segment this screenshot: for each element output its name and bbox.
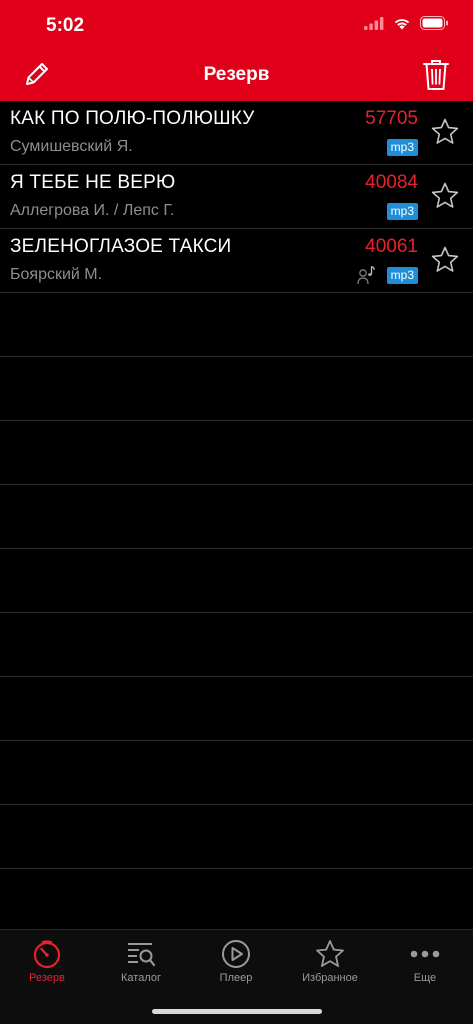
wifi-icon — [394, 18, 410, 29]
play-icon — [222, 940, 250, 968]
status-bar: 5:02 — [0, 0, 473, 52]
empty-row — [0, 805, 473, 869]
format-badge: mp3 — [386, 139, 418, 156]
status-time: 5:02 — [46, 15, 85, 36]
list-item[interactable]: КАК ПО ПОЛЮ-ПОЛЮШКУ Сумишевский Я. 57705… — [0, 101, 473, 165]
home-indicator — [152, 1009, 322, 1014]
empty-row — [0, 357, 473, 421]
tab-label: Каталог — [121, 972, 161, 984]
tab-label: Плеер — [219, 972, 253, 984]
timer-icon — [33, 940, 61, 969]
empty-row — [0, 869, 473, 929]
trash-icon[interactable] — [423, 59, 449, 91]
song-number: 40084 — [365, 172, 418, 193]
tab-reserve[interactable]: Резерв — [0, 930, 94, 990]
tab-label: Избранное — [302, 972, 358, 984]
tab-player[interactable]: Плеер — [189, 930, 283, 990]
vocal-note-icon — [357, 265, 375, 285]
empty-row — [0, 549, 473, 613]
empty-row — [0, 293, 473, 357]
page-title: Резерв — [203, 64, 270, 85]
more-icon — [410, 950, 440, 958]
star-icon[interactable] — [430, 245, 460, 275]
song-artist: Боярский М. — [10, 266, 103, 283]
song-title: КАК ПО ПОЛЮ-ПОЛЮШКУ — [10, 108, 255, 129]
tab-favorites[interactable]: Избранное — [283, 930, 377, 990]
star-icon[interactable] — [430, 181, 460, 211]
song-number: 57705 — [365, 108, 418, 129]
battery-icon — [420, 16, 448, 30]
signal-icon — [364, 16, 384, 30]
tab-label: Еще — [413, 972, 437, 984]
empty-row — [0, 421, 473, 485]
empty-row — [0, 485, 473, 549]
header: 5:02 Резерв — [0, 0, 473, 101]
format-badge: mp3 — [386, 267, 418, 284]
tab-catalog[interactable]: Каталог — [94, 930, 188, 990]
star-icon — [316, 940, 344, 967]
song-artist: Аллегрова И. / Лепс Г. — [10, 202, 175, 219]
empty-row — [0, 677, 473, 741]
reserve-list: КАК ПО ПОЛЮ-ПОЛЮШКУ Сумишевский Я. 57705… — [0, 101, 473, 929]
star-icon[interactable] — [430, 117, 460, 147]
song-title: Я ТЕБЕ НЕ ВЕРЮ — [10, 172, 176, 193]
song-number: 40061 — [365, 236, 418, 257]
song-title: ЗЕЛЕНОГЛАЗОЕ ТАКСИ — [10, 236, 232, 257]
tab-more[interactable]: Еще — [378, 930, 472, 990]
empty-row — [0, 741, 473, 805]
list-item[interactable]: Я ТЕБЕ НЕ ВЕРЮ Аллегрова И. / Лепс Г. 40… — [0, 165, 473, 229]
song-artist: Сумишевский Я. — [10, 138, 133, 155]
format-badge: mp3 — [386, 203, 418, 220]
catalog-search-icon — [128, 943, 156, 967]
status-icons — [364, 16, 449, 30]
empty-row — [0, 613, 473, 677]
tab-label: Резерв — [29, 972, 65, 984]
list-item[interactable]: ЗЕЛЕНОГЛАЗОЕ ТАКСИ Боярский М. 40061 mp3 — [0, 229, 473, 293]
nav-bar: Резерв — [0, 52, 473, 101]
